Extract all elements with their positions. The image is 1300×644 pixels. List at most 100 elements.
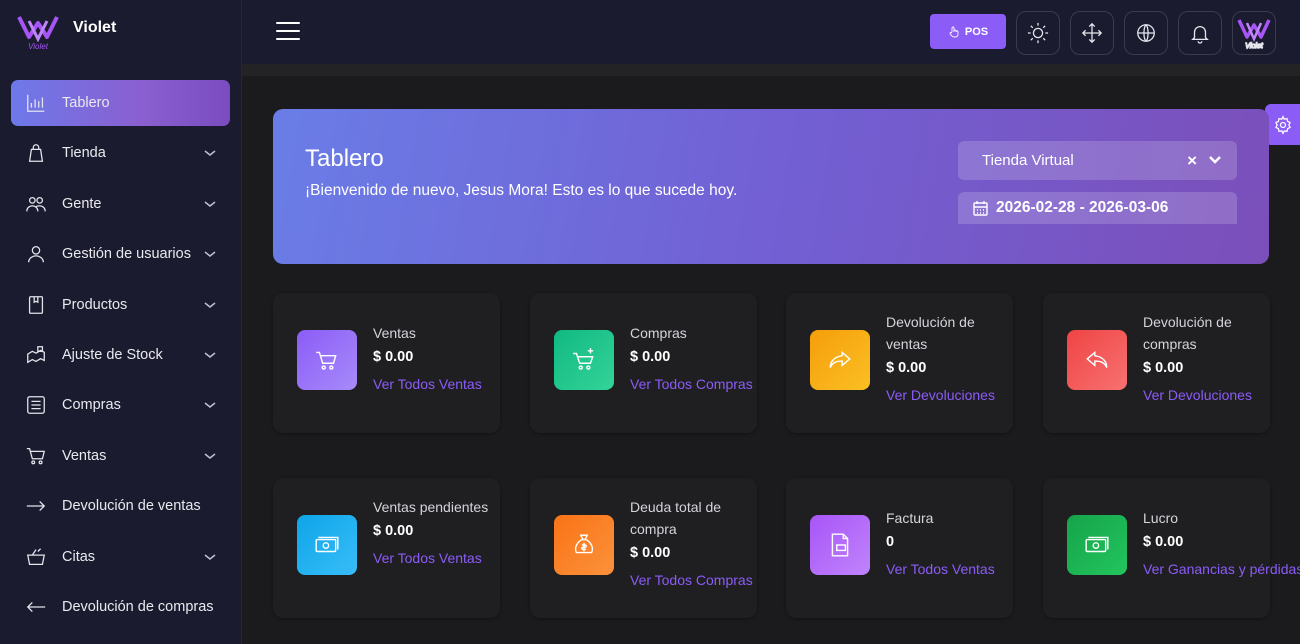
topbar: POS Violet [242,0,1300,64]
card-label: Ventas pendientes [373,499,489,515]
card-value: $ 0.00 [630,349,671,365]
sidebar-item-tablero[interactable]: Tablero [11,80,230,126]
sidebar-item-label: Gente [62,195,102,212]
topbar-divider [242,64,1300,76]
basket-icon [24,545,48,569]
fullscreen-button[interactable] [1070,11,1114,55]
sidebar: Violet Violet Tablero Tienda Gente Gesti… [0,0,242,644]
card-value: $ 0.00 [886,360,927,376]
stock-icon [24,343,48,367]
avatar[interactable]: Violet [1232,11,1276,55]
card-icon-box [554,515,614,575]
notifications-button[interactable] [1178,11,1222,55]
money-bag-icon [574,534,594,554]
sidebar-item-devolucion-compras[interactable]: Devolución de compras [11,584,230,630]
pos-label: POS [964,25,989,38]
avatar-logo-icon: Violet [1237,19,1271,51]
stat-card-deuda-compra: Deuda total de compra $ 0.00 Ver Todos C… [530,478,757,618]
welcome-message: ¡Bienvenido de nuevo, Jesus Mora! Esto e… [305,182,738,199]
chevron-down-icon [204,399,216,411]
arrow-left-icon [24,595,48,619]
sidebar-item-ventas[interactable]: Ventas [11,433,230,479]
card-link[interactable]: Ver Todos Compras [630,568,753,592]
sidebar-item-label: Gestión de usuarios [62,246,191,263]
cart-icon [316,351,337,370]
stat-card-lucro: Lucro $ 0.00 Ver Ganancias y pérdidas [1043,478,1300,618]
clear-icon[interactable]: × [1187,151,1197,171]
invoice-icon [831,533,849,557]
chevron-down-icon[interactable] [1207,152,1223,168]
user-icon [24,242,48,266]
sidebar-item-citas[interactable]: Citas [11,534,230,580]
sidebar-item-label: Tienda [62,145,106,162]
card-label: Factura [886,510,934,526]
settings-button[interactable] [1265,104,1300,145]
chevron-down-icon [204,551,216,563]
card-icon-box [1067,330,1127,390]
reply-arrow-icon [1086,350,1108,368]
card-label: Compras [630,325,687,341]
sidebar-item-label: Productos [62,296,128,313]
sidebar-item-label: Citas [62,548,96,565]
sidebar-item-label: Devolución de compras [62,598,214,615]
card-value: 0 [886,534,895,550]
card-label: Ventas [373,325,416,341]
card-value: $ 0.00 [1143,360,1184,376]
card-value: $ 0.00 [373,523,414,539]
chevron-down-icon [204,299,216,311]
sidebar-item-ajuste-stock[interactable]: Ajuste de Stock [11,332,230,378]
card-link[interactable]: Ver Devoluciones [1143,383,1252,407]
sidebar-item-tienda[interactable]: Tienda [11,130,230,176]
card-link[interactable]: Ver Todos Ventas [373,372,482,396]
menu-toggle-icon[interactable] [276,22,300,42]
sidebar-item-label: Tablero [62,95,110,111]
shopping-bag-icon [24,141,48,165]
sidebar-item-gente[interactable]: Gente [11,181,230,227]
pos-button[interactable]: POS [930,14,1006,49]
theme-toggle-button[interactable] [1016,11,1060,55]
arrow-right-icon [24,494,48,518]
card-icon-box [554,330,614,390]
sidebar-item-productos[interactable]: Productos [11,282,230,328]
card-label: Devolución de ventas [886,314,975,352]
sidebar-item-label: Compras [62,397,121,414]
sidebar-item-label: Ajuste de Stock [62,346,163,363]
share-arrow-icon [829,350,851,368]
sidebar-item-compras[interactable]: Compras [11,382,230,428]
brand[interactable]: Violet Violet [0,0,241,62]
card-icon-box [810,515,870,575]
card-link[interactable]: Ver Ganancias y pérdidas [1143,557,1300,581]
chevron-down-icon [204,147,216,159]
chevron-down-icon [204,450,216,462]
card-value: $ 0.00 [630,545,671,561]
language-button[interactable] [1124,11,1168,55]
card-link[interactable]: Ver Devoluciones [886,383,995,407]
card-link[interactable]: Ver Todos Ventas [886,557,995,581]
card-icon-box [1067,515,1127,575]
stat-card-devolucion-ventas: Devolución de ventas $ 0.00 Ver Devoluci… [786,293,1013,433]
card-value: $ 0.00 [373,349,414,365]
cash-icon [1085,536,1109,553]
fullscreen-icon [1081,22,1103,44]
date-range-picker[interactable]: 2026-02-28 - 2026-03-06 [958,192,1237,224]
people-icon [24,192,48,216]
chevron-down-icon [204,349,216,361]
card-link[interactable]: Ver Todos Ventas [373,546,482,570]
sidebar-item-devolucion-ventas[interactable]: Devolución de ventas [11,483,230,529]
product-icon [24,293,48,317]
violet-logo-icon: Violet [17,16,59,51]
card-icon-box [297,515,357,575]
chevron-down-icon [204,248,216,260]
chevron-down-icon [204,198,216,210]
card-link[interactable]: Ver Todos Compras [630,372,753,396]
store-select[interactable]: Tienda Virtual × [958,141,1237,180]
hand-pointer-icon [949,26,959,37]
globe-icon [1137,24,1155,42]
brand-name: Violet [73,19,117,36]
cart-add-icon [573,348,594,370]
bell-icon [1191,26,1209,44]
sidebar-item-gestion-usuarios[interactable]: Gestión de usuarios [11,231,230,277]
cash-icon [315,536,339,553]
gear-icon [1274,114,1291,135]
stat-card-ventas: Ventas $ 0.00 Ver Todos Ventas [273,293,500,433]
